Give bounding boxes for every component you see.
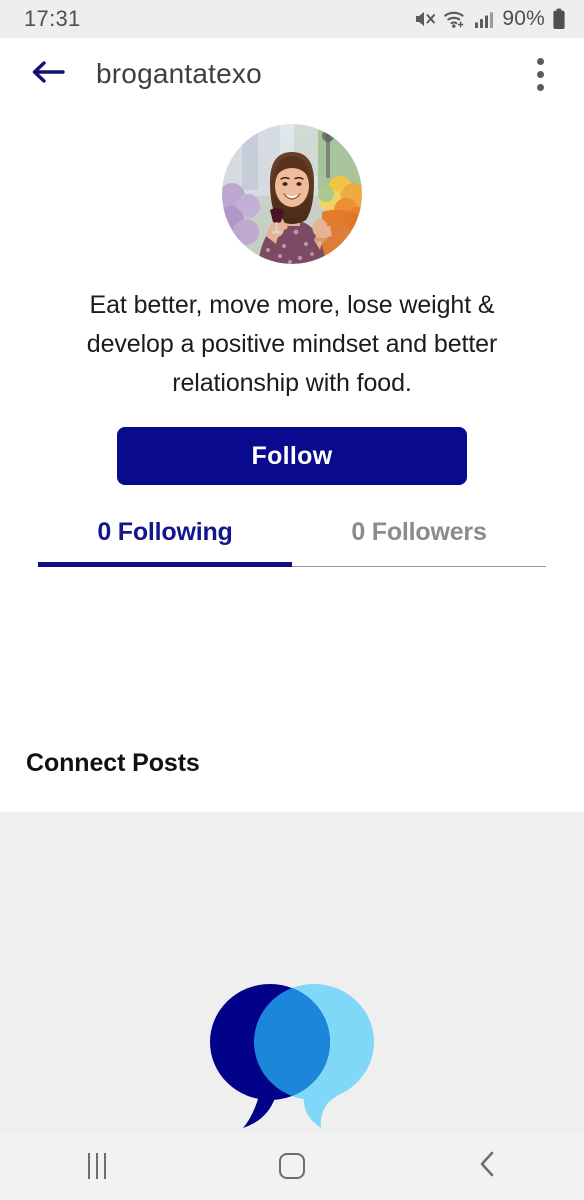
android-nav-bar	[0, 1132, 584, 1200]
status-time: 17:31	[24, 6, 81, 31]
overflow-menu-button[interactable]	[518, 52, 562, 96]
speech-bubbles-icon	[210, 984, 374, 1128]
back-chevron-icon	[476, 1149, 498, 1184]
profile-bio: Eat better, move more, lose weight & dev…	[86, 291, 498, 397]
back-nav-button[interactable]	[389, 1149, 584, 1184]
kebab-menu-icon	[536, 57, 544, 65]
phone-screen: 17:31 90% brogantatexo Eat better, move …	[0, 0, 584, 1200]
home-button[interactable]	[195, 1153, 390, 1179]
page-title: brogantatexo	[96, 58, 262, 89]
profile-photo	[222, 124, 362, 264]
tab-active-indicator	[38, 562, 292, 567]
posts-empty-area	[0, 812, 584, 1132]
connect-posts-title: Connect Posts	[26, 749, 200, 777]
home-icon	[279, 1153, 305, 1179]
volume-mute-icon	[414, 9, 436, 29]
back-button[interactable]	[26, 52, 70, 96]
app-header: brogantatexo	[0, 38, 584, 110]
tab-followers[interactable]: 0 Followers	[292, 518, 546, 567]
speech-bubbles-illustration	[209, 980, 375, 1130]
arrow-left-icon	[30, 58, 66, 91]
tab-following[interactable]: 0 Following	[38, 518, 292, 567]
recent-apps-icon	[88, 1153, 107, 1179]
profile-section: Eat better, move more, lose weight & dev…	[0, 110, 584, 567]
cellular-signal-icon	[474, 9, 494, 29]
recent-apps-button[interactable]	[0, 1153, 195, 1179]
wifi-icon	[443, 9, 467, 29]
profile-tabs: 0 Following 0 Followers	[38, 518, 546, 567]
kebab-menu-icon	[536, 70, 544, 78]
follow-button[interactable]: Follow	[117, 427, 467, 485]
status-icons: 90%	[414, 7, 566, 31]
battery-percentage: 90%	[502, 7, 545, 30]
kebab-menu-icon	[536, 83, 544, 91]
avatar[interactable]	[222, 124, 362, 264]
battery-icon	[552, 8, 566, 30]
status-bar: 17:31 90%	[0, 0, 584, 38]
